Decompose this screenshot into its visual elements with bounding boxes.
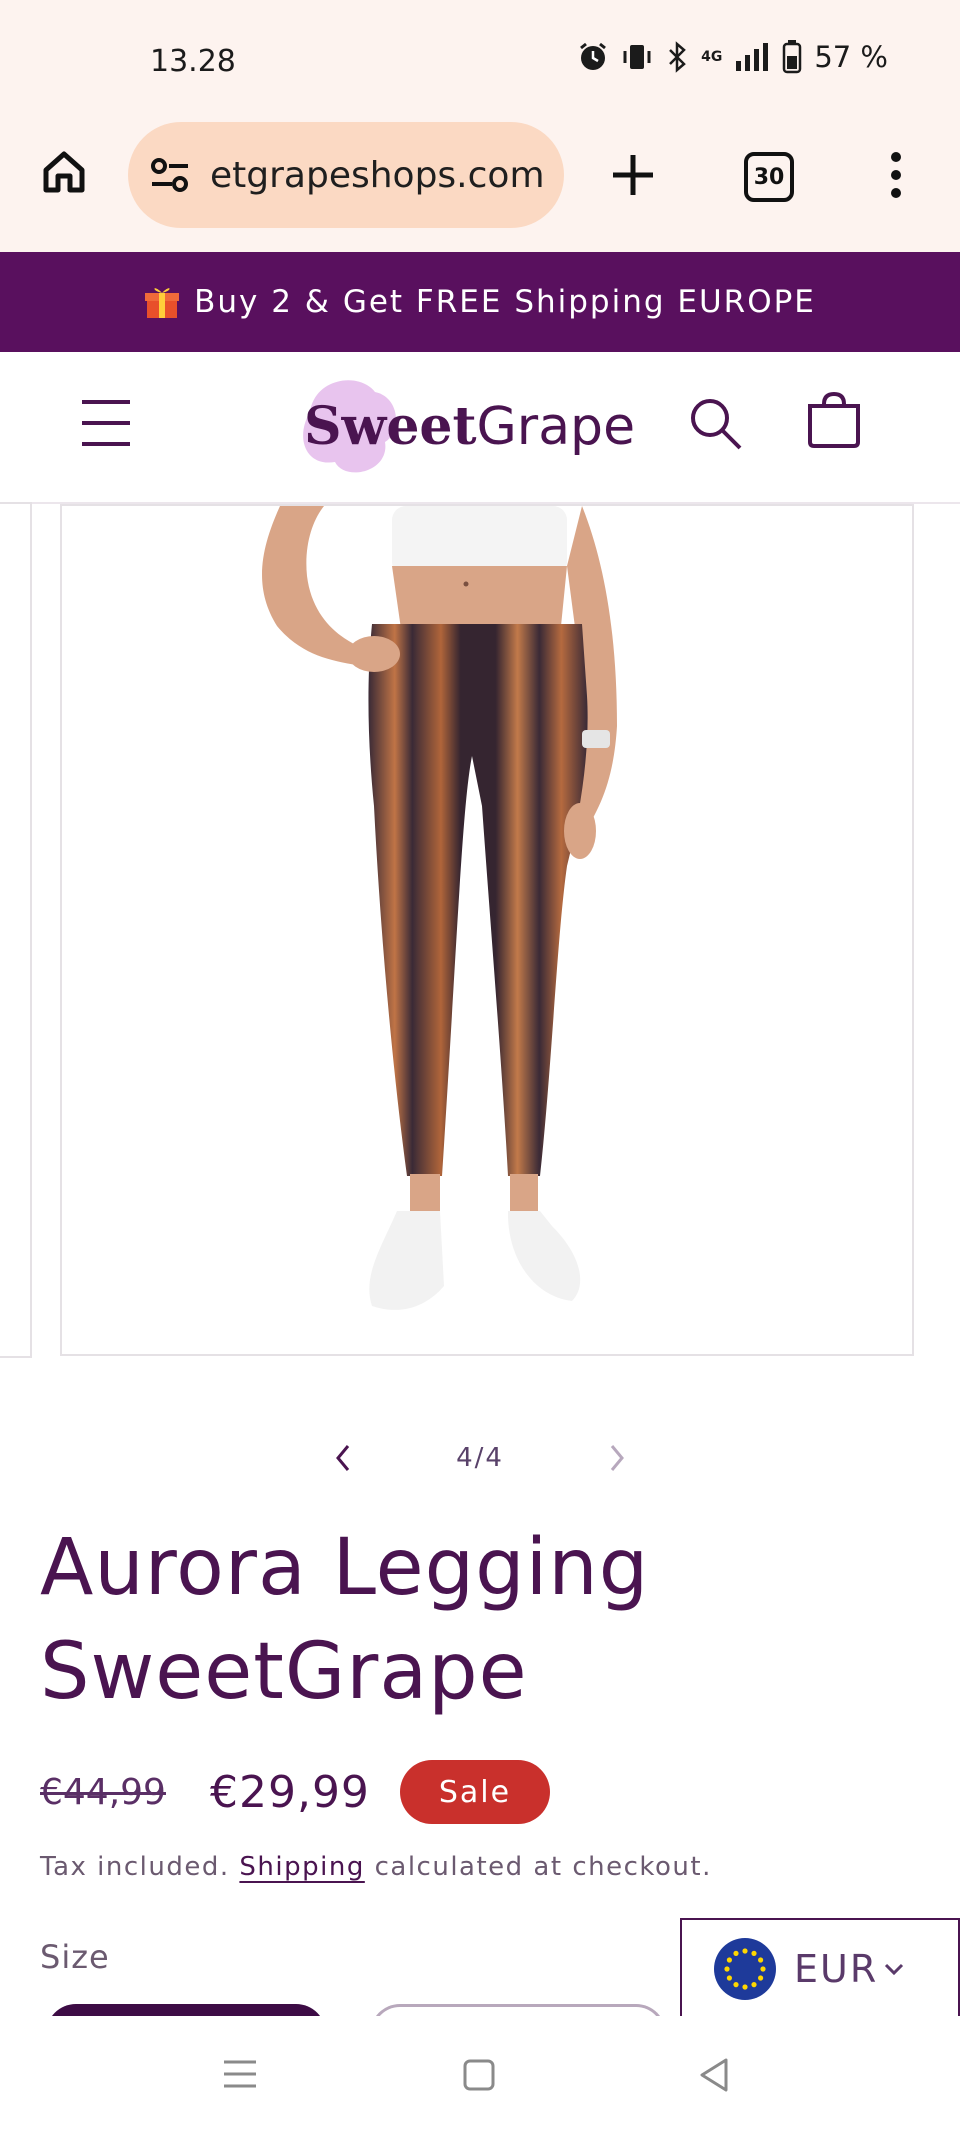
- product-title-line2: SweetGrape: [40, 1627, 528, 1717]
- battery-icon: [783, 40, 802, 74]
- site-settings-icon[interactable]: [150, 155, 190, 195]
- home-nav-icon[interactable]: [462, 2058, 496, 2092]
- status-time: 13.28: [150, 44, 236, 79]
- price-original: €44,99: [40, 1771, 166, 1813]
- chevron-left-icon[interactable]: [330, 1442, 358, 1474]
- tab-switcher-button[interactable]: 30: [744, 152, 794, 202]
- back-nav-icon[interactable]: [696, 2056, 732, 2094]
- browser-toolbar: etgrapeshops.com 30: [0, 108, 960, 252]
- signal-icon: [736, 43, 769, 71]
- alarm-icon: [580, 42, 607, 70]
- network-type: 4G: [701, 49, 723, 65]
- more-menu-icon[interactable]: [884, 150, 908, 200]
- vibrate-icon: [623, 45, 651, 69]
- tax-note: Tax included. Shipping calculated at che…: [40, 1852, 712, 1882]
- status-bar: 13.28 4G 57 %: [0, 0, 960, 122]
- price-row: €44,99 €29,99 Sale: [40, 1760, 550, 1824]
- gallery-pager: 4/4: [330, 1438, 630, 1478]
- currency-code: EUR: [794, 1947, 879, 1991]
- previous-slide-edge[interactable]: [0, 502, 32, 1358]
- battery-percent: 57 %: [814, 40, 888, 74]
- product-image[interactable]: [60, 504, 914, 1356]
- home-icon[interactable]: [40, 148, 88, 196]
- shipping-link[interactable]: Shipping: [239, 1852, 364, 1882]
- sale-badge: Sale: [399, 1760, 550, 1824]
- new-tab-icon[interactable]: [610, 152, 656, 198]
- url-text[interactable]: etgrapeshops.com: [210, 155, 545, 196]
- bluetooth-icon: [669, 41, 686, 73]
- logo-light: Grape: [476, 397, 636, 457]
- search-icon[interactable]: [688, 396, 744, 452]
- chevron-right-icon[interactable]: [602, 1442, 630, 1474]
- tax-prefix: Tax included.: [40, 1852, 230, 1882]
- promo-text: Buy 2 & Get FREE Shipping EUROPE: [194, 284, 816, 320]
- tax-suffix: calculated at checkout.: [374, 1852, 712, 1882]
- hamburger-menu-icon[interactable]: [80, 398, 132, 448]
- promo-banner: Buy 2 & Get FREE Shipping EUROPE: [0, 252, 960, 352]
- price-sale: €29,99: [209, 1766, 370, 1818]
- size-label: Size: [40, 1938, 110, 1976]
- chevron-down-icon: [885, 1963, 904, 1976]
- currency-selector[interactable]: EUR: [680, 1918, 960, 2020]
- product-gallery[interactable]: [0, 502, 960, 1358]
- logo-bold: Sweet: [304, 396, 477, 457]
- pager-count: 4/4: [456, 1443, 504, 1473]
- site-logo[interactable]: SweetGrape: [290, 372, 650, 482]
- gift-icon: [145, 288, 180, 318]
- cart-icon[interactable]: [806, 390, 862, 450]
- system-nav-bar: [0, 2016, 960, 2133]
- product-photo-leggings: [262, 506, 617, 1310]
- product-title: Aurora Legging SweetGrape: [40, 1516, 900, 1724]
- site-header: SweetGrape: [0, 352, 960, 504]
- recent-apps-icon[interactable]: [222, 2058, 258, 2090]
- address-bar[interactable]: etgrapeshops.com: [128, 122, 564, 228]
- status-icons: 4G 57 %: [577, 40, 888, 74]
- eu-flag-icon: [714, 1938, 776, 2000]
- product-title-line1: Aurora Legging: [40, 1523, 650, 1613]
